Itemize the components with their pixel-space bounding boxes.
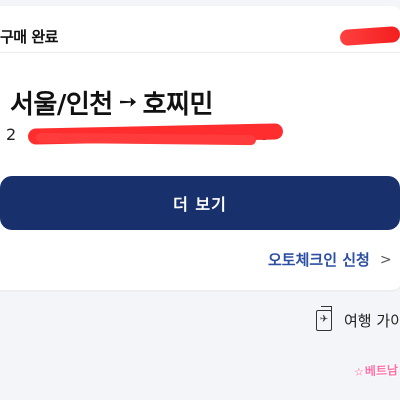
travel-guide-icon: ✈ bbox=[316, 306, 332, 331]
travel-guide-label: 여행 가이 bbox=[344, 312, 400, 330]
flight-route: 서울/인천 ➙ 호찌민 bbox=[10, 84, 213, 121]
booking-status: 구매 완료 bbox=[0, 28, 58, 46]
star-icon: ☆ bbox=[353, 365, 365, 379]
booking-meta: 2 5 bbox=[6, 123, 286, 146]
card-header: 구매 완료 bbox=[0, 6, 400, 53]
redacted-header-info bbox=[339, 25, 400, 47]
watermark: ☆베트남 bbox=[354, 361, 399, 380]
route-origin: 서울/인천 bbox=[10, 90, 113, 120]
booking-card[interactable]: 구매 완료 bbox=[0, 6, 400, 290]
route-destination: 호찌민 bbox=[142, 90, 214, 120]
more-button[interactable]: 더 보기 bbox=[0, 176, 400, 230]
auto-checkin-link[interactable]: 오토체크인 신청 > bbox=[268, 249, 392, 270]
auto-checkin-label: 오토체크인 신청 bbox=[268, 251, 370, 269]
travel-guide-button[interactable]: ✈ 여행 가이 bbox=[316, 306, 400, 331]
meta-prefix: 2 bbox=[6, 125, 17, 144]
chevron-right-icon: > bbox=[379, 251, 392, 268]
route-arrow-icon: ➙ bbox=[118, 90, 137, 115]
watermark-text: 베트남 bbox=[364, 363, 399, 379]
